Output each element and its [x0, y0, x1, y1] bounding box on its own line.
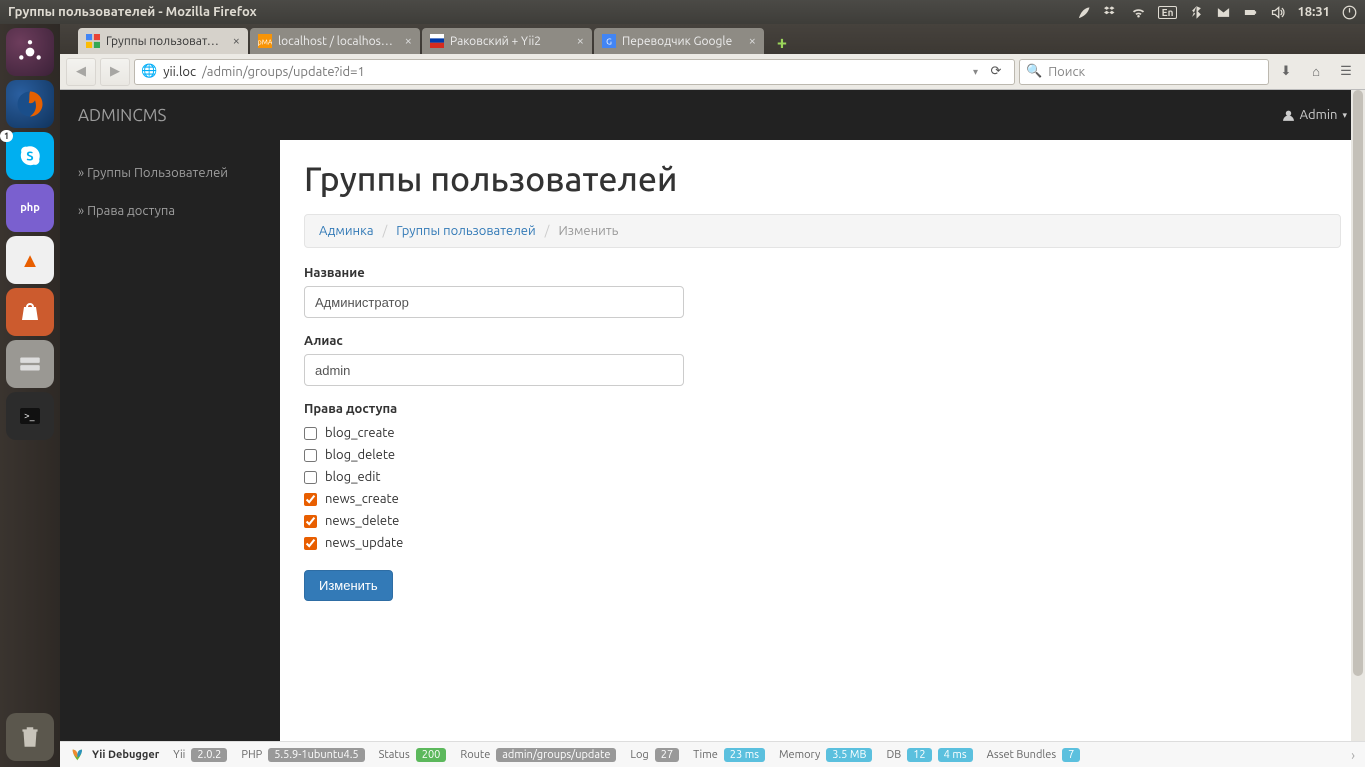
favicon-icon: G — [602, 34, 616, 48]
dropbox-icon[interactable] — [1104, 5, 1119, 20]
sidebar-item-permissions[interactable]: » Права доступа — [60, 192, 280, 230]
yii-debug-bar[interactable]: Yii Debugger Yii2.0.2 PHP5.5.9-1ubuntu4.… — [60, 741, 1365, 767]
app-topbar: ADMINCMS Admin ▾ — [60, 90, 1365, 140]
launcher-phpstorm[interactable]: php — [6, 184, 54, 232]
wifi-icon[interactable] — [1131, 5, 1146, 20]
globe-icon: 🌐 — [141, 64, 157, 79]
permissions-list: blog_create blog_delete blog_edit news_crea… — [304, 422, 1341, 554]
window-title: Группы пользователей - Mozilla Firefox — [8, 5, 257, 19]
downloads-button[interactable]: ⬇ — [1273, 59, 1299, 85]
perm-label: news_create — [325, 492, 399, 506]
scrollbar[interactable] — [1351, 90, 1365, 741]
svg-text:S: S — [26, 149, 33, 163]
toolbar: ◀ ▶ 🌐 yii.loc/admin/groups/update?id=1 ▾… — [60, 54, 1365, 90]
form: Название Алиас Права доступа blog_create… — [304, 266, 1341, 601]
user-menu[interactable]: Admin ▾ — [1282, 108, 1347, 122]
launcher-software-center[interactable] — [6, 288, 54, 336]
menu-button[interactable]: ☰ — [1333, 59, 1359, 85]
ubuntu-menubar: Группы пользователей - Mozilla Firefox E… — [0, 0, 1365, 24]
perm-label: Права доступа — [304, 402, 1341, 416]
perm-label: news_delete — [325, 514, 399, 528]
perm-row: news_delete — [304, 510, 1341, 532]
submit-button[interactable]: Изменить — [304, 570, 393, 601]
tab-1[interactable]: pMA localhost / localhos… × — [250, 28, 420, 54]
perm-label: blog_create — [325, 426, 395, 440]
launcher-terminal[interactable]: >_ — [6, 392, 54, 440]
power-icon[interactable] — [1342, 5, 1357, 20]
launcher-dash[interactable] — [6, 28, 54, 76]
yii-logo-icon — [70, 747, 86, 763]
feather-icon[interactable] — [1077, 5, 1092, 20]
chevron-down-icon[interactable]: ▾ — [973, 66, 978, 78]
clock[interactable]: 18:31 — [1297, 5, 1330, 19]
url-input[interactable]: 🌐 yii.loc/admin/groups/update?id=1 ▾ ⟳ — [134, 59, 1015, 85]
system-indicators: En 18:31 — [1077, 5, 1357, 20]
perm-checkbox[interactable] — [304, 515, 317, 528]
favicon-icon: pMA — [258, 34, 272, 48]
launcher-vlc[interactable]: ▲ — [6, 236, 54, 284]
svg-text:pMA: pMA — [258, 39, 272, 47]
close-icon[interactable]: × — [577, 34, 584, 48]
forward-button[interactable]: ▶ — [100, 58, 130, 86]
breadcrumb-admin[interactable]: Админка — [319, 224, 374, 238]
keyboard-lang[interactable]: En — [1158, 6, 1178, 19]
close-icon[interactable]: × — [749, 34, 756, 48]
reload-icon[interactable]: ⟳ — [984, 64, 1008, 79]
perm-label: blog_edit — [325, 470, 381, 484]
mail-icon[interactable] — [1216, 5, 1231, 20]
tabstrip: Группы пользоват… × pMA localhost / loca… — [60, 24, 1365, 54]
perm-label: news_update — [325, 536, 403, 550]
tab-active[interactable]: Группы пользоват… × — [78, 28, 248, 54]
search-input[interactable]: 🔍 Поиск — [1019, 59, 1269, 85]
perm-row: blog_edit — [304, 466, 1341, 488]
perm-checkbox[interactable] — [304, 449, 317, 462]
launcher-trash[interactable] — [6, 713, 54, 761]
perm-checkbox[interactable] — [304, 537, 317, 550]
new-tab-button[interactable]: + — [770, 32, 794, 54]
page-title: Группы пользователей — [304, 160, 1341, 198]
breadcrumb: Админка / Группы пользователей / Изменит… — [304, 214, 1341, 248]
favicon-icon — [430, 34, 444, 48]
perm-checkbox[interactable] — [304, 427, 317, 440]
search-icon: 🔍 — [1026, 64, 1042, 79]
alias-label: Алиас — [304, 334, 1341, 348]
page-viewport: ADMINCMS Admin ▾ » Группы Пользователей … — [60, 90, 1365, 741]
svg-text:>_: >_ — [24, 410, 35, 421]
perm-row: news_update — [304, 532, 1341, 554]
tab-2[interactable]: Раковский + Yii2 × — [422, 28, 592, 54]
launcher-files[interactable] — [6, 340, 54, 388]
perm-row: news_create — [304, 488, 1341, 510]
back-button[interactable]: ◀ — [66, 58, 96, 86]
alias-input[interactable] — [304, 354, 684, 386]
main-content: Группы пользователей Админка / Группы по… — [280, 140, 1365, 741]
name-label: Название — [304, 266, 1341, 280]
home-button[interactable]: ⌂ — [1303, 59, 1329, 85]
perm-row: blog_create — [304, 422, 1341, 444]
close-icon[interactable]: × — [405, 34, 412, 48]
sidebar-item-groups[interactable]: » Группы Пользователей — [60, 154, 280, 192]
perm-row: blog_delete — [304, 444, 1341, 466]
favicon-icon — [86, 34, 100, 48]
perm-label: blog_delete — [325, 448, 395, 462]
tab-3[interactable]: G Переводчик Google × — [594, 28, 764, 54]
launcher-skype[interactable]: 1S — [6, 132, 54, 180]
chevron-down-icon: ▾ — [1342, 110, 1347, 121]
breadcrumb-groups[interactable]: Группы пользователей — [396, 224, 535, 238]
app-brand[interactable]: ADMINCMS — [78, 106, 166, 125]
close-icon[interactable]: × — [233, 34, 240, 48]
volume-icon[interactable] — [1270, 5, 1285, 20]
breadcrumb-current: Изменить — [558, 224, 618, 238]
firefox-chrome: Группы пользоват… × pMA localhost / loca… — [60, 24, 1365, 90]
perm-checkbox[interactable] — [304, 493, 317, 506]
battery-icon[interactable] — [1243, 5, 1258, 20]
name-input[interactable] — [304, 286, 684, 318]
launcher-firefox[interactable] — [6, 80, 54, 128]
sidebar: » Группы Пользователей » Права доступа — [60, 140, 280, 741]
perm-checkbox[interactable] — [304, 471, 317, 484]
chevron-right-icon[interactable]: › — [1351, 747, 1355, 763]
bluetooth-icon[interactable] — [1189, 5, 1204, 20]
svg-text:G: G — [606, 37, 612, 47]
unity-launcher: 1S php ▲ >_ — [0, 24, 60, 767]
